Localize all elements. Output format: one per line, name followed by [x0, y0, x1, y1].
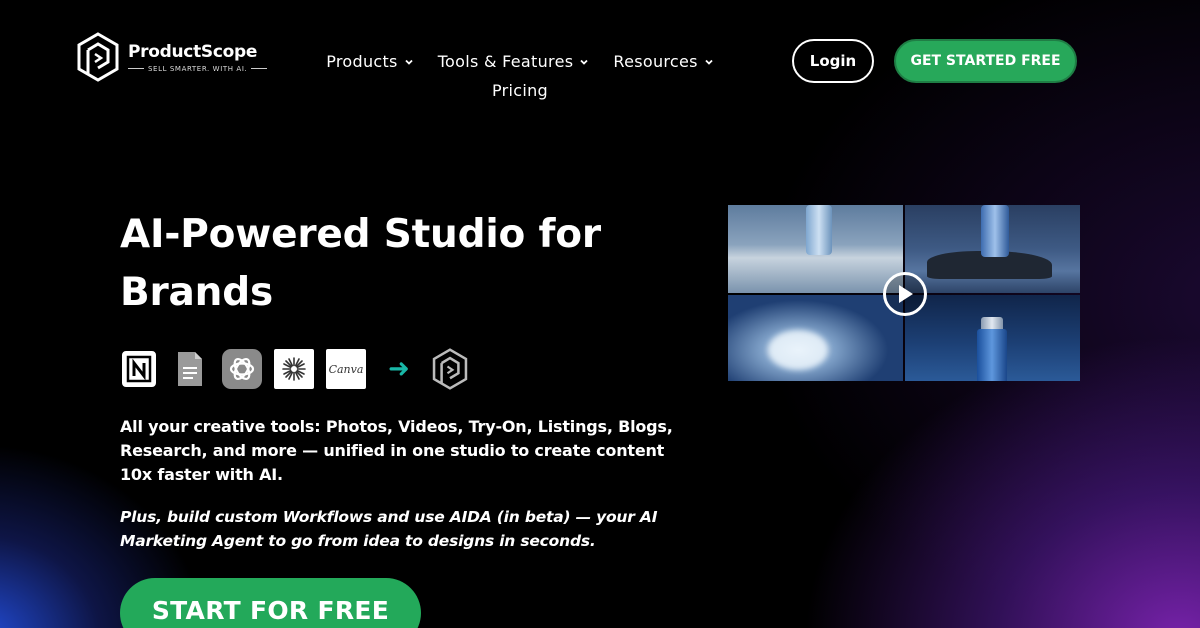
start-for-free-button[interactable]: START FOR FREE — [120, 578, 421, 628]
brand-name: ProductScope — [128, 41, 258, 62]
brand-logo[interactable]: ProductScope SELL SMARTER. WITH AI. — [76, 32, 268, 82]
video-thumbnail-tile — [905, 295, 1080, 381]
divider — [128, 68, 144, 69]
login-button[interactable]: Login — [792, 39, 874, 83]
nav-item-products[interactable]: Products — [326, 52, 414, 71]
chevron-down-icon — [405, 59, 413, 65]
nav-item-label: Products — [326, 52, 398, 71]
hero-title: AI-Powered Studio for Brands — [120, 212, 601, 315]
nav-item-pricing[interactable]: Pricing — [492, 81, 548, 100]
nav-item-tools-features[interactable]: Tools & Features — [438, 52, 590, 71]
video-thumbnail-tile — [728, 205, 903, 293]
brand-tagline: SELL SMARTER. WITH AI. — [148, 64, 248, 73]
claude-icon — [274, 349, 314, 389]
chevron-down-icon — [705, 59, 713, 65]
nav-item-resources[interactable]: Resources — [613, 52, 713, 71]
google-docs-icon — [170, 349, 210, 389]
productscope-logo-icon — [430, 348, 470, 390]
hero-description-aida: Plus, build custom Workflows and use AID… — [120, 508, 658, 550]
chatgpt-icon — [222, 349, 262, 389]
productscope-logo-icon — [77, 32, 119, 82]
notion-icon — [120, 349, 158, 389]
divider — [251, 68, 268, 69]
canva-icon: Canva — [326, 349, 366, 389]
perfume-bottle-image — [981, 205, 1009, 257]
nav-item-label: Tools & Features — [437, 52, 574, 71]
play-icon[interactable] — [883, 272, 927, 316]
hero-description: All your creative tools: Photos, Videos,… — [120, 417, 673, 484]
perfume-bottle-image — [806, 205, 832, 255]
video-thumbnail-tile — [905, 205, 1080, 293]
arrow-right-icon: ➜ — [388, 354, 410, 384]
nav-item-label: Resources — [613, 52, 698, 71]
serum-bottle-image — [977, 329, 1007, 381]
chevron-down-icon — [580, 59, 589, 65]
video-preview[interactable] — [728, 205, 1080, 381]
main-nav: Products Tools & Features Resources Pric… — [300, 52, 740, 100]
canva-wordmark: Canva — [328, 362, 364, 376]
brand-tagline-row: SELL SMARTER. WITH AI. — [128, 64, 268, 73]
get-started-free-button[interactable]: GET STARTED FREE — [894, 39, 1077, 83]
integration-tools-row: Canva ➜ — [120, 348, 470, 390]
nav-item-label: Pricing — [491, 81, 549, 100]
video-thumbnail-tile — [728, 295, 903, 381]
splash-image — [768, 330, 828, 370]
